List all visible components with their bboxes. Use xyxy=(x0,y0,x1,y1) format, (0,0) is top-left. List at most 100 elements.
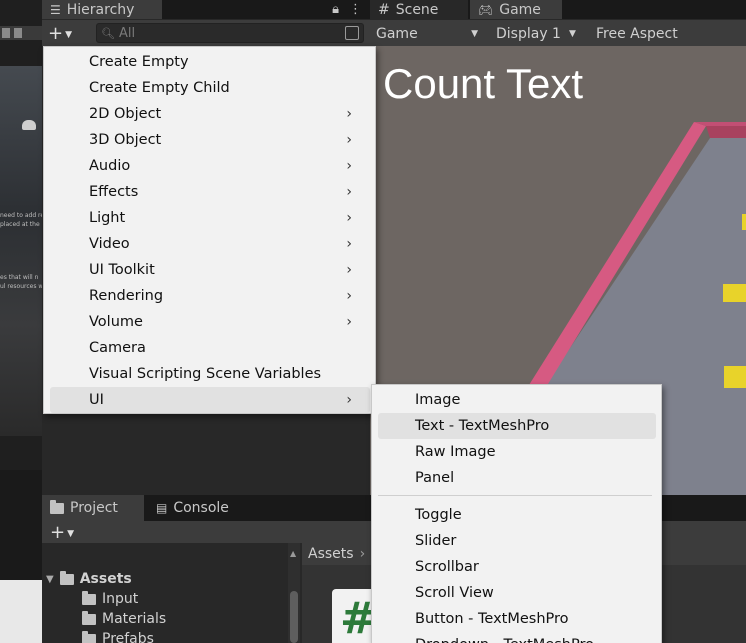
game-view-dropdown-label: Game xyxy=(376,26,418,42)
menu-item-label: Visual Scripting Scene Variables xyxy=(89,366,322,382)
tree-item-materials[interactable]: Materials xyxy=(82,609,166,629)
menu-item-label: Volume xyxy=(89,314,143,330)
game-toolbar: Game ▼ Display 1 ▼ Free Aspect xyxy=(370,20,746,46)
tab-console[interactable]: ▤ Console xyxy=(148,495,248,521)
scroll-up-icon[interactable]: ▲ xyxy=(290,549,296,558)
plus-icon: + xyxy=(48,22,64,44)
preview-text-3: es that will n xyxy=(0,274,39,281)
submenu-item-label: Dropdown - TextMeshPro xyxy=(415,637,594,643)
menu-item-label: Effects xyxy=(89,184,139,200)
more-options-icon[interactable]: ⋮ xyxy=(349,2,362,17)
submenu-item-scrollbar[interactable]: Scrollbar xyxy=(378,554,656,580)
tree-item-input[interactable]: Input xyxy=(82,589,138,609)
menu-item-create-empty-child[interactable]: Create Empty Child xyxy=(50,75,370,101)
submenu-item-scroll-view[interactable]: Scroll View xyxy=(378,580,656,606)
tree-item-label: Prefabs xyxy=(102,631,154,643)
project-folder-tree: ▼ Assets Input Materials Prefabs xyxy=(42,543,300,643)
aspect-dropdown[interactable]: Free Aspect xyxy=(596,24,736,44)
menu-item-visual-scripting-scene-variables[interactable]: Visual Scripting Scene Variables xyxy=(50,361,370,387)
menu-divider xyxy=(378,495,652,496)
project-tree-scrollbar[interactable]: ▲ xyxy=(288,543,300,643)
submenu-item-label: Panel xyxy=(415,470,455,486)
tab-game[interactable]: 🎮︎ Game xyxy=(470,0,562,19)
plus-icon: + xyxy=(50,521,66,543)
menu-item-label: Video xyxy=(89,236,130,252)
folder-icon xyxy=(82,590,96,605)
chevron-down-icon: ▼ xyxy=(67,528,75,539)
chevron-right-icon: › xyxy=(359,546,366,562)
tree-item-assets[interactable]: ▼ Assets xyxy=(46,569,132,589)
menu-item-3d-object[interactable]: 3D Object › xyxy=(50,127,370,153)
pause-icon[interactable] xyxy=(2,28,10,38)
tab-scene[interactable]: # Scene xyxy=(370,0,468,19)
chevron-right-icon: › xyxy=(346,262,352,278)
submenu-item-label: Toggle xyxy=(415,507,462,523)
menu-item-label: UI xyxy=(89,392,104,408)
search-icon: 🔍︎ xyxy=(101,26,115,40)
chevron-right-icon: › xyxy=(346,184,352,200)
hierarchy-tab-icons: 🔒︎ ⋮ xyxy=(332,0,362,19)
chevron-right-icon: › xyxy=(346,314,352,330)
chevron-down-icon: ▼ xyxy=(471,29,478,39)
menu-item-camera[interactable]: Camera xyxy=(50,335,370,361)
menu-item-ui[interactable]: UI › xyxy=(50,387,370,413)
chevron-down-icon[interactable]: ▼ xyxy=(46,574,54,585)
project-create-button[interactable]: + ▼ xyxy=(50,521,74,543)
submenu-item-raw-image[interactable]: Raw Image xyxy=(378,439,656,465)
menu-item-effects[interactable]: Effects › xyxy=(50,179,370,205)
camera-gizmo-icon xyxy=(22,120,36,130)
menu-item-light[interactable]: Light › xyxy=(50,205,370,231)
menu-item-audio[interactable]: Audio › xyxy=(50,153,370,179)
pickup-cube xyxy=(742,214,746,230)
menu-item-label: Light xyxy=(89,210,126,226)
preview-text-1: need to add re xyxy=(0,212,42,219)
submenu-item-label: Raw Image xyxy=(415,444,496,460)
tab-project[interactable]: Project xyxy=(42,495,144,521)
submenu-item-text-textmeshpro[interactable]: Text - TextMeshPro xyxy=(378,413,656,439)
submenu-item-image[interactable]: Image xyxy=(378,387,656,413)
playback-controls xyxy=(0,26,42,40)
menu-item-video[interactable]: Video › xyxy=(50,231,370,257)
scrollbar-thumb[interactable] xyxy=(290,591,298,643)
pickup-cube xyxy=(724,366,746,388)
menu-item-label: Create Empty Child xyxy=(89,80,230,96)
chevron-right-icon: › xyxy=(346,288,352,304)
menu-item-volume[interactable]: Volume › xyxy=(50,309,370,335)
preview-text-4: ul resources w xyxy=(0,283,42,290)
hierarchy-tabbar: ☰ Hierarchy 🔒︎ ⋮ xyxy=(42,0,370,19)
tab-hierarchy[interactable]: ☰ Hierarchy xyxy=(42,0,162,19)
menu-item-rendering[interactable]: Rendering › xyxy=(50,283,370,309)
left-panel-strip: need to add re placed at the es that wil… xyxy=(0,0,42,643)
hierarchy-search-input[interactable]: 🔍︎ All xyxy=(96,23,364,43)
submenu-item-dropdown-textmeshpro[interactable]: Dropdown - TextMeshPro xyxy=(378,632,656,643)
create-button[interactable]: + ▼ xyxy=(48,22,82,44)
submenu-item-toggle[interactable]: Toggle xyxy=(378,502,656,528)
chevron-down-icon: ▼ xyxy=(568,29,576,39)
chevron-right-icon: › xyxy=(346,236,352,252)
search-scope-icon[interactable] xyxy=(345,26,359,40)
submenu-item-panel[interactable]: Panel xyxy=(378,465,656,491)
console-tab-label: Console xyxy=(173,500,229,516)
display-dropdown[interactable]: Display 1 ▼ xyxy=(496,24,588,44)
search-placeholder: All xyxy=(118,25,136,41)
game-tab-label: Game xyxy=(499,1,541,18)
scene-game-tabbar: # Scene 🎮︎ Game xyxy=(370,0,746,19)
breadcrumb-assets[interactable]: Assets xyxy=(308,546,354,562)
tree-item-prefabs[interactable]: Prefabs xyxy=(82,629,154,643)
menu-item-label: Camera xyxy=(89,340,146,356)
menu-item-ui-toolkit[interactable]: UI Toolkit › xyxy=(50,257,370,283)
chevron-right-icon: › xyxy=(346,106,352,122)
lock-icon[interactable]: 🔒︎ xyxy=(332,2,339,17)
menu-item-create-empty[interactable]: Create Empty xyxy=(50,49,370,75)
step-icon[interactable] xyxy=(14,28,22,38)
submenu-item-slider[interactable]: Slider xyxy=(378,528,656,554)
tree-item-label: Assets xyxy=(79,571,132,587)
folder-icon xyxy=(50,499,64,514)
submenu-item-button-textmeshpro[interactable]: Button - TextMeshPro xyxy=(378,606,656,632)
submenu-item-label: Scroll View xyxy=(415,585,494,601)
menu-item-2d-object[interactable]: 2D Object › xyxy=(50,101,370,127)
game-view-dropdown[interactable]: Game ▼ xyxy=(376,24,484,44)
chevron-right-icon: › xyxy=(346,210,352,226)
left-white-area xyxy=(0,580,42,643)
tree-item-label: Materials xyxy=(102,611,167,627)
